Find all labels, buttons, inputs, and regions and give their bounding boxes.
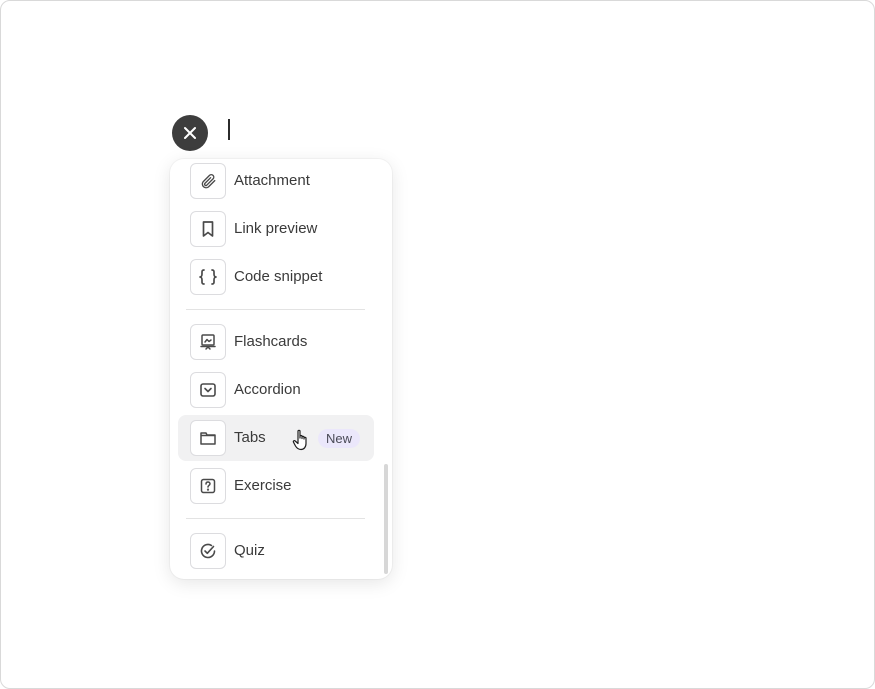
new-badge: New — [318, 429, 361, 448]
menu-item-label: Attachment — [234, 172, 310, 189]
menu-item-label: Tabs — [234, 429, 266, 446]
menu-item-attachment[interactable]: Attachment — [178, 159, 374, 204]
menu-item-label: Code snippet — [234, 268, 323, 285]
menu-item-label: Quiz — [234, 542, 265, 559]
menu-item-accordion[interactable]: Accordion — [178, 367, 374, 413]
tabs-icon — [190, 420, 226, 456]
menu-scrollbar[interactable] — [384, 464, 388, 574]
menu-item-tabs[interactable]: Tabs New — [178, 415, 374, 461]
menu-item-code-snippet[interactable]: Code snippet — [178, 254, 374, 300]
text-cursor — [228, 119, 230, 140]
menu-item-label: Flashcards — [234, 333, 308, 350]
braces-icon — [190, 259, 226, 295]
menu-item-link-preview[interactable]: Link preview — [178, 206, 374, 252]
menu-item-flashcards[interactable]: Flashcards — [178, 319, 374, 365]
close-icon — [184, 127, 196, 139]
menu-divider — [186, 309, 365, 310]
menu-divider — [186, 518, 365, 519]
menu-item-label: Exercise — [234, 477, 292, 494]
paperclip-icon — [190, 163, 226, 199]
editor-canvas[interactable]: Attachment Link preview Code snippet Fla… — [0, 0, 875, 689]
menu-item-label: Accordion — [234, 381, 301, 398]
check-circle-icon — [190, 533, 226, 569]
close-menu-button[interactable] — [172, 115, 208, 151]
menu-item-label: Link preview — [234, 220, 318, 237]
bookmark-icon — [190, 211, 226, 247]
question-icon — [190, 468, 226, 504]
menu-item-quiz[interactable]: Quiz — [178, 528, 374, 574]
insert-block-menu: Attachment Link preview Code snippet Fla… — [170, 159, 392, 579]
flashcards-icon — [190, 324, 226, 360]
menu-item-exercise[interactable]: Exercise — [178, 463, 374, 509]
accordion-icon — [190, 372, 226, 408]
